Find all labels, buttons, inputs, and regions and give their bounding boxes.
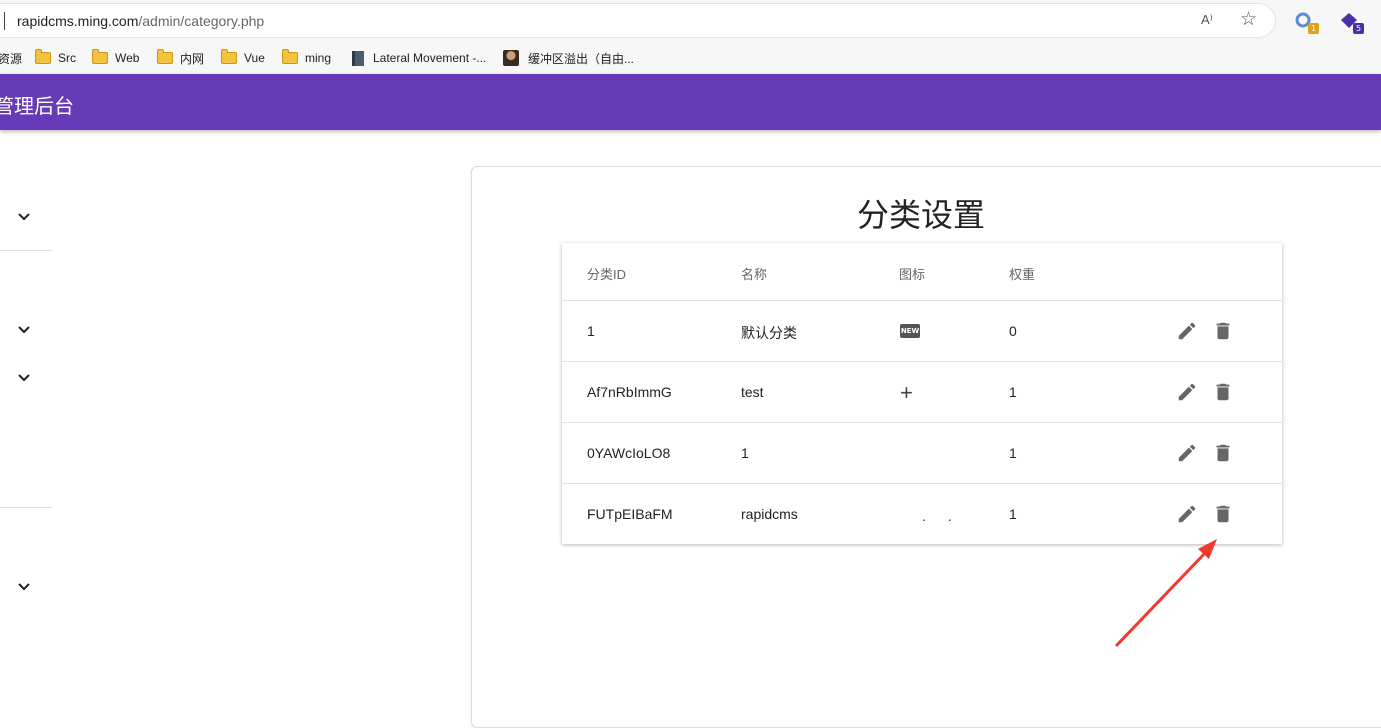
- extension-2-badge: 5: [1353, 23, 1364, 34]
- folder-icon: [35, 49, 51, 64]
- category-id: Af7nRbImmG: [587, 384, 672, 400]
- bookmark-label: ming: [305, 51, 332, 65]
- bookmark-label: Web: [115, 51, 140, 65]
- category-table: 分类ID 名称 图标 权重 1 默认分类 NEW 0 Af7nRbImmG te…: [562, 243, 1282, 544]
- image-icon: [503, 50, 519, 66]
- delete-trash-icon[interactable]: [1212, 442, 1234, 464]
- url-host: rapidcms.ming.com: [17, 13, 139, 29]
- category-weight: 1: [1009, 445, 1017, 461]
- column-header-id: 分类ID: [587, 267, 627, 282]
- app-bar: 管理后台: [0, 74, 1381, 130]
- edit-pencil-icon[interactable]: [1176, 320, 1198, 342]
- bookmark-item-web[interactable]: Web: [92, 49, 139, 67]
- column-header-name: 名称: [741, 267, 768, 282]
- favorite-star-icon[interactable]: ☆: [1240, 10, 1257, 29]
- bookmark-label: Lateral Movement -...: [373, 51, 487, 65]
- category-name: 1: [741, 445, 749, 461]
- bookmark-label: Src: [58, 51, 76, 65]
- category-id: 0YAWcIoLO8: [587, 445, 671, 461]
- new-badge-icon: NEW: [900, 324, 920, 338]
- address-bar-edge: [4, 12, 5, 30]
- edit-pencil-icon[interactable]: [1176, 442, 1198, 464]
- broken-icon-dots: ..: [922, 508, 974, 524]
- read-aloud-icon[interactable]: A⁾: [1201, 12, 1213, 28]
- bookmarks-bar: 资源 Src Web 内网 Vue ming Lateral Movement …: [0, 42, 1381, 74]
- delete-trash-icon[interactable]: [1212, 503, 1234, 525]
- bookmark-label: Vue: [244, 51, 265, 65]
- folder-icon: [92, 49, 108, 64]
- plus-icon: +: [900, 380, 913, 405]
- table-row: 1 默认分类 NEW 0: [562, 301, 1282, 362]
- address-bar[interactable]: rapidcms.ming.com/admin/category.php A⁾ …: [0, 4, 1275, 37]
- column-header-icon: 图标: [899, 267, 926, 282]
- bookmark-label: 内网: [180, 51, 205, 66]
- category-weight: 0: [1009, 323, 1017, 339]
- table-row: Af7nRbImmG test + 1: [562, 362, 1282, 423]
- bookmark-label: 缓冲区溢出（自由...: [528, 51, 635, 66]
- bookmark-item-vue[interactable]: Vue: [221, 49, 265, 67]
- app-title: 管理后台: [0, 96, 74, 118]
- edit-pencil-icon[interactable]: [1176, 381, 1198, 403]
- delete-trash-icon[interactable]: [1212, 381, 1234, 403]
- category-weight: 1: [1009, 384, 1017, 400]
- category-name: 默认分类: [741, 325, 797, 341]
- extension-2-icon[interactable]: 5: [1340, 12, 1364, 34]
- url-text[interactable]: rapidcms.ming.com/admin/category.php: [17, 13, 264, 29]
- bookmark-item-ming[interactable]: ming: [282, 49, 331, 67]
- category-id: FUTpEIBaFM: [587, 506, 673, 522]
- edit-pencil-icon[interactable]: [1176, 503, 1198, 525]
- folder-icon: [157, 49, 173, 64]
- category-id: 1: [587, 323, 595, 339]
- table-header: 分类ID 名称 图标 权重: [562, 243, 1282, 301]
- table-row: FUTpEIBaFM rapidcms .. 1: [562, 484, 1282, 544]
- sidebar-divider: [0, 250, 52, 251]
- category-weight: 1: [1009, 506, 1017, 522]
- chevron-down-icon[interactable]: [16, 322, 32, 338]
- delete-trash-icon[interactable]: [1212, 320, 1234, 342]
- bookmark-item-buffer-overflow[interactable]: 缓冲区溢出（自由...: [503, 49, 634, 67]
- sidebar-divider: [0, 507, 52, 508]
- bookmark-item-intranet[interactable]: 内网: [157, 49, 204, 67]
- folder-icon: [221, 49, 237, 64]
- browser-toolbar: rapidcms.ming.com/admin/category.php A⁾ …: [0, 0, 1381, 42]
- bookmark-label: 资源: [0, 51, 23, 66]
- chevron-down-icon[interactable]: [16, 370, 32, 386]
- chevron-down-icon[interactable]: [16, 209, 32, 225]
- category-name: rapidcms: [741, 506, 798, 522]
- chevron-down-icon[interactable]: [16, 579, 32, 595]
- bookmark-item-src[interactable]: Src: [35, 49, 76, 67]
- extension-1-icon[interactable]: 1: [1295, 12, 1319, 34]
- bookmark-item-resources[interactable]: 资源: [0, 49, 22, 67]
- page-title: 分类设置: [856, 197, 985, 233]
- column-header-weight: 权重: [1009, 267, 1036, 282]
- extension-1-badge: 1: [1308, 23, 1319, 34]
- url-path: /admin/category.php: [138, 13, 265, 29]
- bookmark-item-lateral-movement[interactable]: Lateral Movement -...: [352, 49, 486, 67]
- category-name: test: [741, 384, 764, 400]
- table-row: 0YAWcIoLO8 1 1: [562, 423, 1282, 484]
- folder-icon: [282, 49, 298, 64]
- book-icon: [352, 50, 364, 66]
